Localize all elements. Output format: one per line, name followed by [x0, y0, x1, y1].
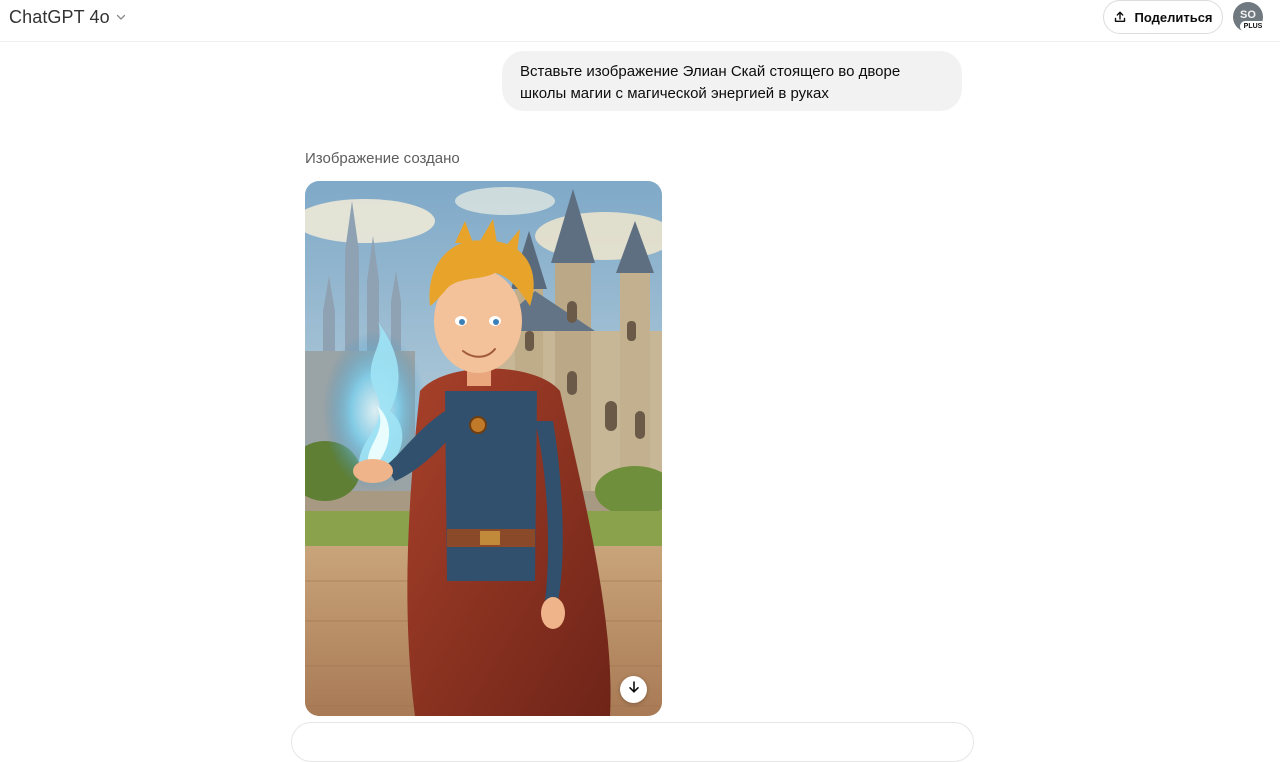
wizard-illustration: [305, 181, 662, 716]
user-message: Вставьте изображение Элиан Скай стоящего…: [502, 51, 962, 111]
model-name: ChatGPT 4o: [9, 6, 110, 27]
arrow-down-icon: [627, 680, 641, 699]
upload-icon: [1113, 10, 1127, 24]
model-selector[interactable]: ChatGPT 4o: [6, 5, 130, 29]
share-label: Поделиться: [1134, 9, 1213, 25]
generated-image[interactable]: [305, 181, 662, 716]
message-composer[interactable]: [291, 722, 974, 762]
chevron-down-icon: [115, 11, 127, 23]
download-button[interactable]: [620, 676, 647, 703]
share-button[interactable]: Поделиться: [1103, 0, 1223, 34]
assistant-status: Изображение создано: [305, 150, 460, 167]
plan-badge: PLUS: [1240, 21, 1266, 32]
top-header: ChatGPT 4o Поделиться SO PLUS: [0, 0, 1280, 42]
